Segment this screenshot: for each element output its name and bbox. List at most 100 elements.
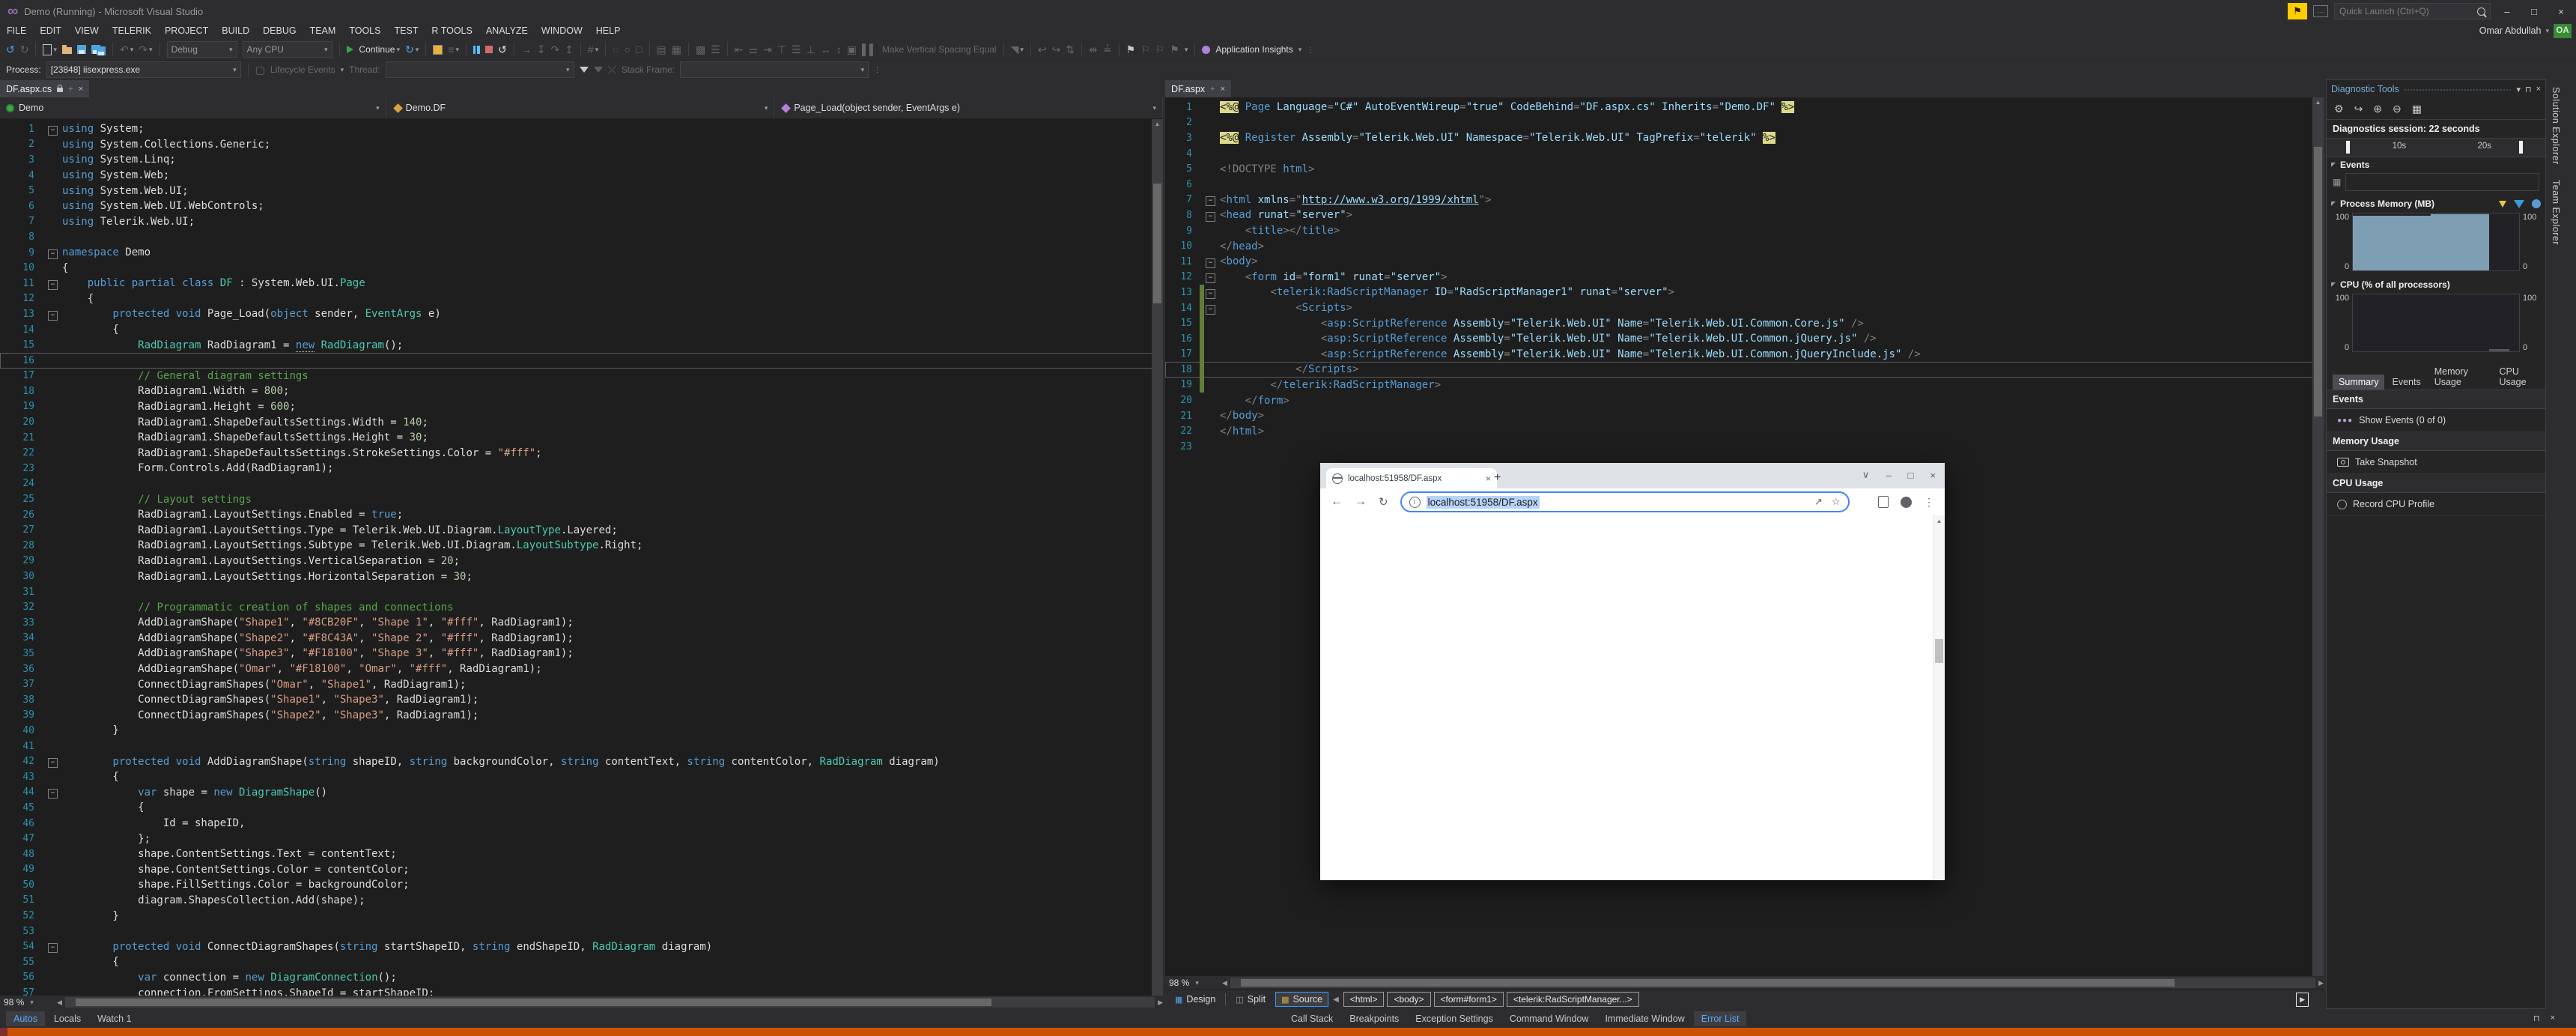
sidebar-tab-team-explorer[interactable]: Team Explorer — [2546, 172, 2566, 252]
step-out-icon[interactable]: ↥ — [565, 43, 574, 55]
application-insights-label[interactable]: Application Insights — [1215, 44, 1292, 55]
export-icon[interactable]: ↪ — [2354, 103, 2363, 115]
url-text[interactable]: localhost:51958/DF.aspx — [1427, 496, 1540, 509]
browser-menu-icon[interactable]: ⋮ — [1924, 496, 1934, 509]
fold-marker[interactable]: − — [1204, 302, 1217, 315]
hex-display-icon[interactable]: #▾ — [588, 43, 598, 55]
process-dropdown[interactable]: [23848] iisexpress.exe▾ — [46, 61, 241, 78]
browser-tab[interactable]: localhost:51958/DF.aspx × — [1326, 468, 1497, 488]
same-width-icon[interactable]: ↔ — [821, 43, 831, 55]
menu-window[interactable]: WINDOW — [535, 25, 589, 36]
document-outline-icon[interactable]: ☰ — [711, 43, 720, 55]
align-lefts-icon[interactable]: ⇤ — [735, 43, 744, 55]
solution-configuration-dropdown[interactable]: Debug▾ — [167, 41, 237, 58]
fold-marker[interactable]: − — [46, 755, 59, 768]
lifecycle-events-dropdown-icon[interactable]: ▾ — [341, 66, 344, 74]
profile-avatar-icon[interactable] — [1901, 497, 1912, 508]
split-view-button[interactable]: ◫Split — [1230, 993, 1271, 1006]
new-tab-button[interactable]: + — [1494, 472, 1501, 484]
open-file-icon[interactable] — [62, 45, 72, 54]
browser-minimize-button[interactable]: – — [1886, 470, 1891, 481]
feedback-icon[interactable]: … — [2313, 5, 2328, 17]
left-editor-vertical-scrollbar[interactable]: ▲ — [1152, 119, 1163, 996]
menu-debug[interactable]: DEBUG — [256, 25, 303, 36]
fold-marker[interactable]: − — [1204, 209, 1217, 222]
notifications-flag-icon[interactable]: ⚑ — [2288, 3, 2307, 19]
new-breakpoint-icon[interactable]: ○ — [625, 43, 631, 55]
tab-df-aspx[interactable]: DF.aspx + × — [1165, 80, 1231, 97]
application-insights-icon[interactable] — [1202, 46, 1210, 54]
undo-icon[interactable]: ↶▾ — [120, 43, 133, 55]
menu-build[interactable]: BUILD — [215, 25, 256, 36]
breadcrumb-item[interactable]: <telerik:RadScriptManager...> — [1507, 992, 1639, 1007]
window-position-dropdown-icon[interactable]: ▾ — [2516, 85, 2521, 94]
same-size-icon[interactable]: ▣ — [847, 43, 857, 55]
browser-maximize-button[interactable]: □ — [1908, 470, 1914, 481]
tool-window-tab-immediate-window[interactable]: Immediate Window — [1597, 1011, 1692, 1026]
align-rights-icon[interactable]: ⇥ — [763, 43, 772, 55]
tool-window-tab-exception-settings[interactable]: Exception Settings — [1408, 1011, 1501, 1026]
breadcrumb-scroll-right-icon[interactable]: ▶ — [2296, 993, 2309, 1007]
diagnostics-tab-cpu-usage[interactable]: CPU Usage — [2493, 364, 2545, 390]
same-height-icon[interactable]: ↕ — [836, 43, 842, 55]
left-editor-horizontal-scrollbar[interactable] — [65, 997, 1155, 1008]
share-icon[interactable]: ↗ — [1814, 496, 1823, 508]
quick-launch-input[interactable]: Quick Launch (Ctrl+Q) — [2334, 3, 2491, 19]
tool-window-tab-locals[interactable]: Locals — [46, 1011, 88, 1026]
promote-tab-icon[interactable]: + — [68, 85, 73, 94]
toolbar-options-overflow-icon[interactable]: ⋮ — [1307, 46, 1313, 54]
tool-window-tab-error-list[interactable]: Error List — [1694, 1011, 1747, 1026]
stack-frame-dropdown[interactable]: ▾ — [680, 61, 869, 78]
breadcrumb-scroll-left-icon[interactable]: ◀ — [1333, 996, 1339, 1004]
bottom-panel-pin-icon[interactable]: ⊓ — [2533, 1014, 2540, 1023]
close-button[interactable]: × — [2551, 6, 2572, 17]
browser-page-content[interactable]: ▲ — [1320, 515, 1945, 880]
lifecycle-events-icon[interactable]: ▢ — [255, 64, 265, 76]
new-file-icon[interactable]: ▾ — [43, 43, 57, 55]
tool-window-tab-command-window[interactable]: Command Window — [1502, 1011, 1597, 1026]
step-into-icon[interactable]: ↧ — [537, 43, 546, 55]
navigate-forward-icon[interactable]: ↻ — [20, 43, 29, 55]
menu-help[interactable]: HELP — [589, 25, 628, 36]
timeline-range-start-handle[interactable] — [2346, 141, 2350, 154]
step-over-icon[interactable]: ↷ — [550, 43, 559, 55]
fold-marker[interactable]: − — [46, 123, 59, 136]
navigate-bookmarks-icon[interactable]: ⇅ — [1066, 43, 1075, 55]
breadcrumb-item[interactable]: <body> — [1387, 992, 1430, 1007]
navigate-back-icon[interactable]: ↺ — [6, 43, 15, 55]
save-icon[interactable] — [77, 45, 86, 54]
sidebar-tab-solution-explorer[interactable]: Solution Explorer — [2546, 79, 2566, 172]
timeline-ruler[interactable]: 10s 20s — [2327, 139, 2545, 157]
pause-button[interactable] — [473, 46, 480, 54]
menu-view[interactable]: VIEW — [68, 25, 106, 36]
scroll-right-icon[interactable]: ▶ — [1158, 999, 1163, 1007]
scroll-right-icon[interactable]: ▶ — [2318, 979, 2324, 987]
user-name[interactable]: Omar Abdullah — [2479, 25, 2542, 36]
source-view-button[interactable]: ▩Source — [1275, 992, 1328, 1007]
breadcrumb-item[interactable]: <form#form1> — [1434, 992, 1504, 1007]
fold-marker[interactable]: − — [1204, 255, 1217, 268]
show-next-statement-icon[interactable]: → — [521, 43, 532, 55]
diagram-export-icon[interactable]: ▦ — [672, 43, 681, 55]
right-editor-horizontal-scrollbar[interactable] — [1230, 978, 2315, 988]
zoom-level-dropdown[interactable]: 98 %▾ — [0, 996, 57, 1009]
make-horizontal-spacing-equal-icon[interactable]: ▌▌ — [862, 43, 877, 55]
diagnostic-tools-titlebar[interactable]: Diagnostic Tools ▾ ⊓ × — [2327, 80, 2545, 98]
previous-bookmark-icon[interactable]: ⚐ — [1140, 43, 1150, 55]
menu-edit[interactable]: EDIT — [33, 25, 67, 36]
browser-reload-icon[interactable]: ↻ — [1379, 495, 1388, 509]
undo-last-icon[interactable]: ↩ — [1038, 43, 1047, 55]
type-dropdown[interactable]: Demo.DF▾ — [389, 97, 775, 118]
project-dropdown[interactable]: Demo▾ — [0, 97, 386, 118]
thread-dropdown[interactable]: ▾ — [386, 61, 574, 78]
user-dropdown-icon[interactable]: ▾ — [2545, 27, 2549, 35]
refresh-icon[interactable]: ↻▾ — [405, 43, 419, 55]
restore-button[interactable]: □ — [2524, 6, 2545, 17]
menu-tools[interactable]: TOOLS — [342, 25, 387, 36]
code-editor-csharp[interactable]: 1−using System;2using System.Collections… — [0, 119, 1163, 996]
debug-location-overflow-icon[interactable]: ⋮ — [874, 66, 881, 74]
tool-window-tab-watch-1[interactable]: Watch 1 — [90, 1011, 139, 1026]
close-browser-tab-icon[interactable]: × — [1486, 473, 1491, 484]
diagnostics-tab-summary[interactable]: Summary — [2333, 375, 2384, 390]
menu-telerik[interactable]: TELERIK — [106, 25, 158, 36]
